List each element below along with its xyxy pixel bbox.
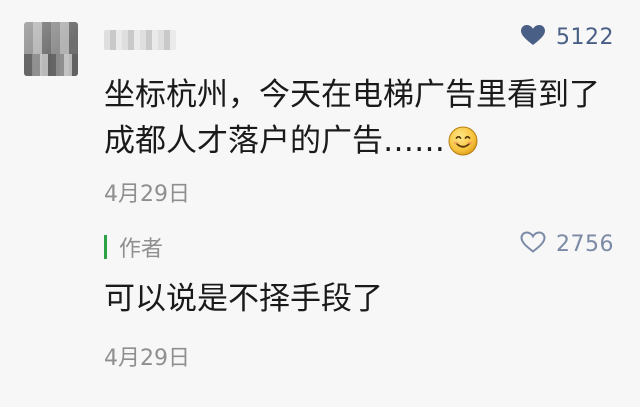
comment-text: 坐标杭州，今天在电梯广告里看到了 成都人才落户的广告…… — [104, 72, 614, 164]
smiling-face-emoji-icon — [448, 123, 478, 156]
heart-filled-icon — [520, 24, 546, 50]
comment-text-line2: 成都人才落户的广告…… — [104, 123, 445, 159]
reply-date: 4月29日 — [104, 346, 190, 371]
heart-outline-icon — [520, 231, 546, 257]
comment-text-line1: 坐标杭州，今天在电梯广告里看到了 — [104, 77, 600, 113]
reply-like-count: 2756 — [556, 231, 614, 257]
author-reply-header: 作者 — [104, 231, 163, 263]
author-accent-bar — [104, 235, 107, 259]
comment-item: 5122 坐标杭州，今天在电梯广告里看到了 成都人才落户的广告…… 4月29日 — [0, 0, 640, 407]
like-count: 5122 — [556, 24, 614, 50]
avatar[interactable] — [24, 22, 78, 76]
reply-like-button[interactable]: 2756 — [520, 231, 614, 257]
author-label: 作者 — [119, 237, 164, 262]
comment-date: 4月29日 — [104, 182, 190, 207]
nickname-blurred[interactable] — [104, 30, 176, 50]
reply-text: 可以说是不择手段了 — [104, 281, 383, 317]
comment-like-button[interactable]: 5122 — [520, 24, 614, 50]
